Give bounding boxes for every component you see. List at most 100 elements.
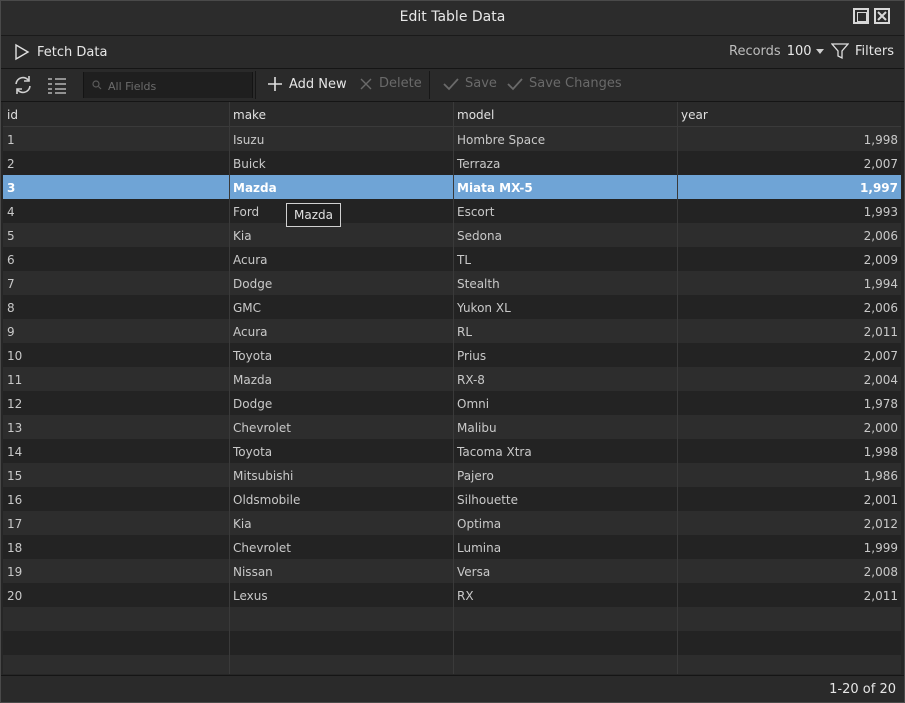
columns-button[interactable] — [46, 75, 68, 95]
cell-year[interactable]: 2,004 — [864, 373, 898, 387]
maximize-button[interactable] — [853, 8, 869, 24]
cell-make[interactable]: Mazda — [233, 373, 272, 387]
cell-id[interactable]: 11 — [7, 373, 22, 387]
cell-model[interactable]: Pajero — [457, 469, 494, 483]
cell-model[interactable]: Stealth — [457, 277, 500, 291]
cell-make[interactable]: Chevrolet — [233, 541, 291, 555]
cell-id[interactable]: 7 — [7, 277, 15, 291]
cell-id[interactable]: 8 — [7, 301, 15, 315]
close-button[interactable] — [874, 8, 890, 24]
column-header-id[interactable]: id — [7, 108, 18, 122]
cell-year[interactable]: 1,999 — [864, 541, 898, 555]
cell-make[interactable]: Lexus — [233, 589, 268, 603]
table-row[interactable]: 18 Chevrolet Lumina 1,999 — [3, 535, 901, 559]
cell-make[interactable]: Toyota — [233, 349, 272, 363]
cell-year[interactable]: 2,007 — [864, 349, 898, 363]
table-row[interactable]: 9 Acura RL 2,011 — [3, 319, 901, 343]
cell-id[interactable]: 3 — [7, 181, 15, 195]
cell-model[interactable]: Sedona — [457, 229, 502, 243]
cell-id[interactable]: 17 — [7, 517, 22, 531]
cell-year[interactable]: 2,008 — [864, 565, 898, 579]
save-changes-button[interactable]: Save Changes — [507, 76, 622, 91]
search-input[interactable] — [106, 76, 250, 96]
cell-id[interactable]: 4 — [7, 205, 15, 219]
cell-make[interactable]: Dodge — [233, 277, 272, 291]
cell-id[interactable]: 16 — [7, 493, 22, 507]
add-new-button[interactable]: Add New — [267, 76, 347, 92]
cell-model[interactable]: Miata MX-5 — [457, 181, 533, 195]
table-row[interactable]: 11 Mazda RX-8 2,004 — [3, 367, 901, 391]
table-row[interactable]: 5 Kia Sedona 2,006 — [3, 223, 901, 247]
cell-model[interactable]: Hombre Space — [457, 133, 545, 147]
cell-year[interactable]: 2,009 — [864, 253, 898, 267]
cell-model[interactable]: RL — [457, 325, 472, 339]
cell-year[interactable]: 2,007 — [864, 157, 898, 171]
cell-model[interactable]: TL — [457, 253, 471, 267]
cell-model[interactable]: RX — [457, 589, 474, 603]
cell-year[interactable]: 1,997 — [860, 181, 898, 195]
table-row[interactable]: 8 GMC Yukon XL 2,006 — [3, 295, 901, 319]
cell-make[interactable]: Kia — [233, 517, 252, 531]
cell-id[interactable]: 19 — [7, 565, 22, 579]
table-row[interactable]: 6 Acura TL 2,009 — [3, 247, 901, 271]
cell-id[interactable]: 14 — [7, 445, 22, 459]
cell-make[interactable]: GMC — [233, 301, 261, 315]
cell-make[interactable]: Chevrolet — [233, 421, 291, 435]
cell-id[interactable]: 10 — [7, 349, 22, 363]
cell-make[interactable]: Mitsubishi — [233, 469, 293, 483]
cell-make[interactable]: Dodge — [233, 397, 272, 411]
table-row[interactable]: 7 Dodge Stealth 1,994 — [3, 271, 901, 295]
table-row[interactable]: 20 Lexus RX 2,011 — [3, 583, 901, 607]
table-row[interactable]: 2 Buick Terraza 2,007 — [3, 151, 901, 175]
cell-make[interactable]: Oldsmobile — [233, 493, 300, 507]
cell-model[interactable]: Terraza — [457, 157, 500, 171]
cell-id[interactable]: 13 — [7, 421, 22, 435]
cell-year[interactable]: 1,998 — [864, 133, 898, 147]
column-header-model[interactable]: model — [457, 108, 494, 122]
cell-make[interactable]: Kia — [233, 229, 252, 243]
cell-make[interactable]: Acura — [233, 253, 268, 267]
cell-model[interactable]: Escort — [457, 205, 494, 219]
table-row[interactable]: 17 Kia Optima 2,012 — [3, 511, 901, 535]
cell-model[interactable]: Prius — [457, 349, 486, 363]
cell-model[interactable]: Malibu — [457, 421, 497, 435]
cell-model[interactable]: Tacoma Xtra — [457, 445, 532, 459]
fetch-data-button[interactable]: Fetch Data — [13, 42, 107, 62]
table-row[interactable]: 3 Mazda Miata MX-5 1,997 — [3, 175, 901, 199]
cell-year[interactable]: 2,012 — [864, 517, 898, 531]
cell-year[interactable]: 2,006 — [864, 301, 898, 315]
cell-make[interactable]: Nissan — [233, 565, 273, 579]
cell-id[interactable]: 18 — [7, 541, 22, 555]
cell-year[interactable]: 1,994 — [864, 277, 898, 291]
table-row[interactable]: 10 Toyota Prius 2,007 — [3, 343, 901, 367]
table-row[interactable]: 15 Mitsubishi Pajero 1,986 — [3, 463, 901, 487]
cell-year[interactable]: 1,993 — [864, 205, 898, 219]
cell-id[interactable]: 5 — [7, 229, 15, 243]
table-row[interactable]: 4 Ford Escort 1,993 — [3, 199, 901, 223]
cell-model[interactable]: Omni — [457, 397, 489, 411]
cell-model[interactable]: Optima — [457, 517, 501, 531]
cell-year[interactable]: 1,986 — [864, 469, 898, 483]
table-row[interactable]: 1 Isuzu Hombre Space 1,998 — [3, 127, 901, 151]
filters-button[interactable]: Filters — [831, 42, 894, 60]
cell-year[interactable]: 2,011 — [864, 589, 898, 603]
cell-make[interactable]: Isuzu — [233, 133, 264, 147]
cell-year[interactable]: 2,000 — [864, 421, 898, 435]
cell-make[interactable]: Mazda — [233, 181, 277, 195]
cell-make[interactable]: Acura — [233, 325, 268, 339]
cell-year[interactable]: 1,978 — [864, 397, 898, 411]
cell-id[interactable]: 9 — [7, 325, 15, 339]
cell-id[interactable]: 12 — [7, 397, 22, 411]
column-header-year[interactable]: year — [681, 108, 708, 122]
search-field[interactable] — [83, 72, 253, 98]
table-row[interactable]: 19 Nissan Versa 2,008 — [3, 559, 901, 583]
column-header-make[interactable]: make — [233, 108, 266, 122]
table-row[interactable]: 14 Toyota Tacoma Xtra 1,998 — [3, 439, 901, 463]
table-row[interactable]: 12 Dodge Omni 1,978 — [3, 391, 901, 415]
cell-year[interactable]: 2,006 — [864, 229, 898, 243]
records-selector[interactable]: Records 100 — [729, 44, 824, 59]
delete-button[interactable]: Delete — [359, 76, 422, 91]
cell-model[interactable]: Silhouette — [457, 493, 518, 507]
cell-model[interactable]: Lumina — [457, 541, 501, 555]
cell-id[interactable]: 20 — [7, 589, 22, 603]
